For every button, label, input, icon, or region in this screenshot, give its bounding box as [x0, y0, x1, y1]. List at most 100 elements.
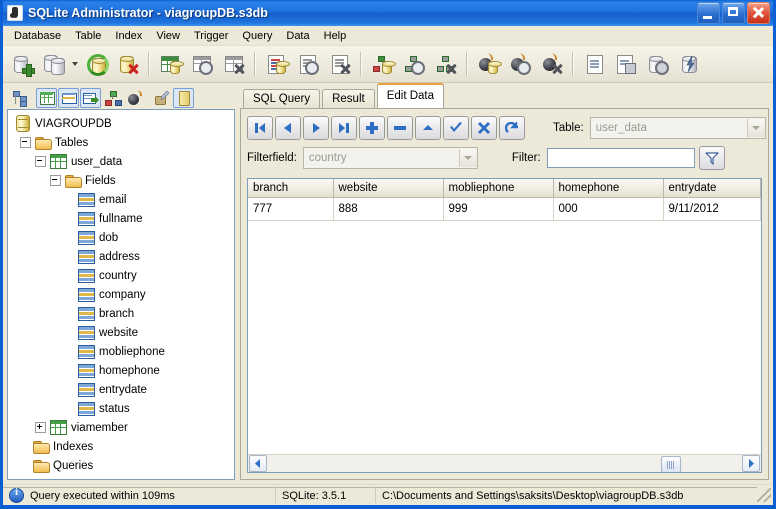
tree-structure-button[interactable]	[9, 88, 30, 108]
tree-node-viamember[interactable]: viamember	[12, 418, 232, 437]
tree-node-field[interactable]: branch	[12, 304, 232, 323]
tab-result[interactable]: Result	[322, 89, 375, 108]
tree-node-field[interactable]: mobliephone	[12, 342, 232, 361]
column-header-entrydate[interactable]: entrydate	[663, 179, 761, 198]
delete-record-button[interactable]	[387, 116, 413, 140]
table-row[interactable]: 777 888 999 000 9/11/2012	[248, 198, 761, 221]
post-edit-button[interactable]	[443, 116, 469, 140]
edit-view-button[interactable]	[293, 49, 323, 79]
drop-view-button[interactable]	[325, 49, 355, 79]
column-header-branch[interactable]: branch	[248, 179, 333, 198]
show-queries-button[interactable]	[151, 88, 172, 108]
filter-input[interactable]	[547, 148, 695, 168]
tree-node-fields[interactable]: Fields	[12, 171, 232, 190]
new-table-button[interactable]	[155, 49, 185, 79]
tree-node-field[interactable]: entrydate	[12, 380, 232, 399]
menu-view[interactable]: View	[149, 28, 187, 44]
menu-trigger[interactable]: Trigger	[187, 28, 235, 44]
first-record-button[interactable]	[247, 116, 273, 140]
filterfield-select[interactable]: country	[303, 147, 478, 169]
scrollbar-track[interactable]	[268, 456, 741, 471]
refresh-data-button[interactable]	[499, 116, 525, 140]
tree-node-root[interactable]: VIAGROUPDB	[12, 114, 232, 133]
scroll-right-button[interactable]	[742, 455, 760, 472]
database-options-button[interactable]	[643, 49, 673, 79]
column-header-homephone[interactable]: homephone	[553, 179, 663, 198]
new-view-button[interactable]	[261, 49, 291, 79]
tree-node-field[interactable]: country	[12, 266, 232, 285]
cell-entrydate[interactable]: 9/11/2012	[663, 198, 761, 221]
cell-mobliephone[interactable]: 999	[443, 198, 553, 221]
tree-node-field[interactable]: status	[12, 399, 232, 418]
save-query-button[interactable]	[611, 49, 641, 79]
minimize-button[interactable]	[697, 2, 720, 24]
new-database-button[interactable]	[7, 49, 37, 79]
show-views-button[interactable]	[80, 88, 101, 108]
open-database-dropdown-arrow[interactable]	[70, 49, 80, 79]
drop-table-button[interactable]	[219, 49, 249, 79]
new-index-button[interactable]	[367, 49, 397, 79]
tree-node-tables[interactable]: Tables	[12, 133, 232, 152]
edit-index-button[interactable]	[399, 49, 429, 79]
menu-index[interactable]: Index	[108, 28, 149, 44]
tree-node-field[interactable]: fullname	[12, 209, 232, 228]
cell-website[interactable]: 888	[333, 198, 443, 221]
refresh-database-button[interactable]	[81, 49, 111, 79]
previous-record-button[interactable]	[275, 116, 301, 140]
expander-plus-icon[interactable]	[35, 422, 46, 433]
horizontal-scrollbar[interactable]	[248, 454, 761, 472]
delete-database-button[interactable]	[113, 49, 143, 79]
tree-node-field[interactable]: dob	[12, 228, 232, 247]
menu-database[interactable]: Database	[7, 28, 68, 44]
table-select[interactable]: user_data	[590, 117, 766, 139]
cancel-edit-button[interactable]	[471, 116, 497, 140]
data-grid[interactable]: branch website mobliephone homephone ent…	[247, 178, 762, 473]
open-database-button[interactable]	[39, 49, 69, 79]
menu-help[interactable]: Help	[317, 28, 354, 44]
execute-button[interactable]	[675, 49, 705, 79]
last-record-button[interactable]	[331, 116, 357, 140]
new-trigger-button[interactable]	[473, 49, 503, 79]
maximize-button[interactable]	[722, 2, 745, 24]
chevron-down-icon[interactable]	[459, 149, 477, 167]
tab-edit-data[interactable]: Edit Data	[377, 83, 444, 108]
expander-minus-icon[interactable]	[20, 137, 31, 148]
apply-filter-button[interactable]	[699, 146, 725, 170]
scroll-left-button[interactable]	[249, 455, 267, 472]
show-triggers-button[interactable]	[124, 88, 145, 108]
close-button[interactable]	[747, 2, 770, 24]
drop-index-button[interactable]	[431, 49, 461, 79]
menu-query[interactable]: Query	[235, 28, 279, 44]
next-record-button[interactable]	[303, 116, 329, 140]
tree-node-field[interactable]: email	[12, 190, 232, 209]
show-indexes-button[interactable]	[102, 88, 123, 108]
edit-record-button[interactable]	[415, 116, 441, 140]
tree-node-field[interactable]: homephone	[12, 361, 232, 380]
show-documents-button[interactable]	[173, 88, 194, 108]
scrollbar-thumb[interactable]	[661, 456, 681, 473]
resize-grip[interactable]	[757, 488, 771, 502]
insert-record-button[interactable]	[359, 116, 385, 140]
database-tree[interactable]: VIAGROUPDB Tables	[7, 109, 235, 480]
tree-node-queries[interactable]: Queries	[12, 456, 232, 475]
cell-homephone[interactable]: 000	[553, 198, 663, 221]
tree-node-user-data[interactable]: user_data	[12, 152, 232, 171]
show-tables-button[interactable]	[36, 88, 57, 108]
cell-branch[interactable]: 777	[248, 198, 333, 221]
menu-table[interactable]: Table	[68, 28, 108, 44]
edit-table-button[interactable]	[187, 49, 217, 79]
expander-minus-icon[interactable]	[50, 175, 61, 186]
show-fields-button[interactable]	[58, 88, 79, 108]
tree-node-field[interactable]: company	[12, 285, 232, 304]
menu-data[interactable]: Data	[279, 28, 316, 44]
chevron-down-icon[interactable]	[747, 119, 765, 137]
edit-trigger-button[interactable]	[505, 49, 535, 79]
column-header-website[interactable]: website	[333, 179, 443, 198]
column-header-mobliephone[interactable]: mobliephone	[443, 179, 553, 198]
tree-node-indexes[interactable]: Indexes	[12, 437, 232, 456]
drop-trigger-button[interactable]	[537, 49, 567, 79]
new-query-button[interactable]	[579, 49, 609, 79]
expander-minus-icon[interactable]	[35, 156, 46, 167]
tab-sql-query[interactable]: SQL Query	[243, 89, 320, 108]
tree-node-field[interactable]: address	[12, 247, 232, 266]
